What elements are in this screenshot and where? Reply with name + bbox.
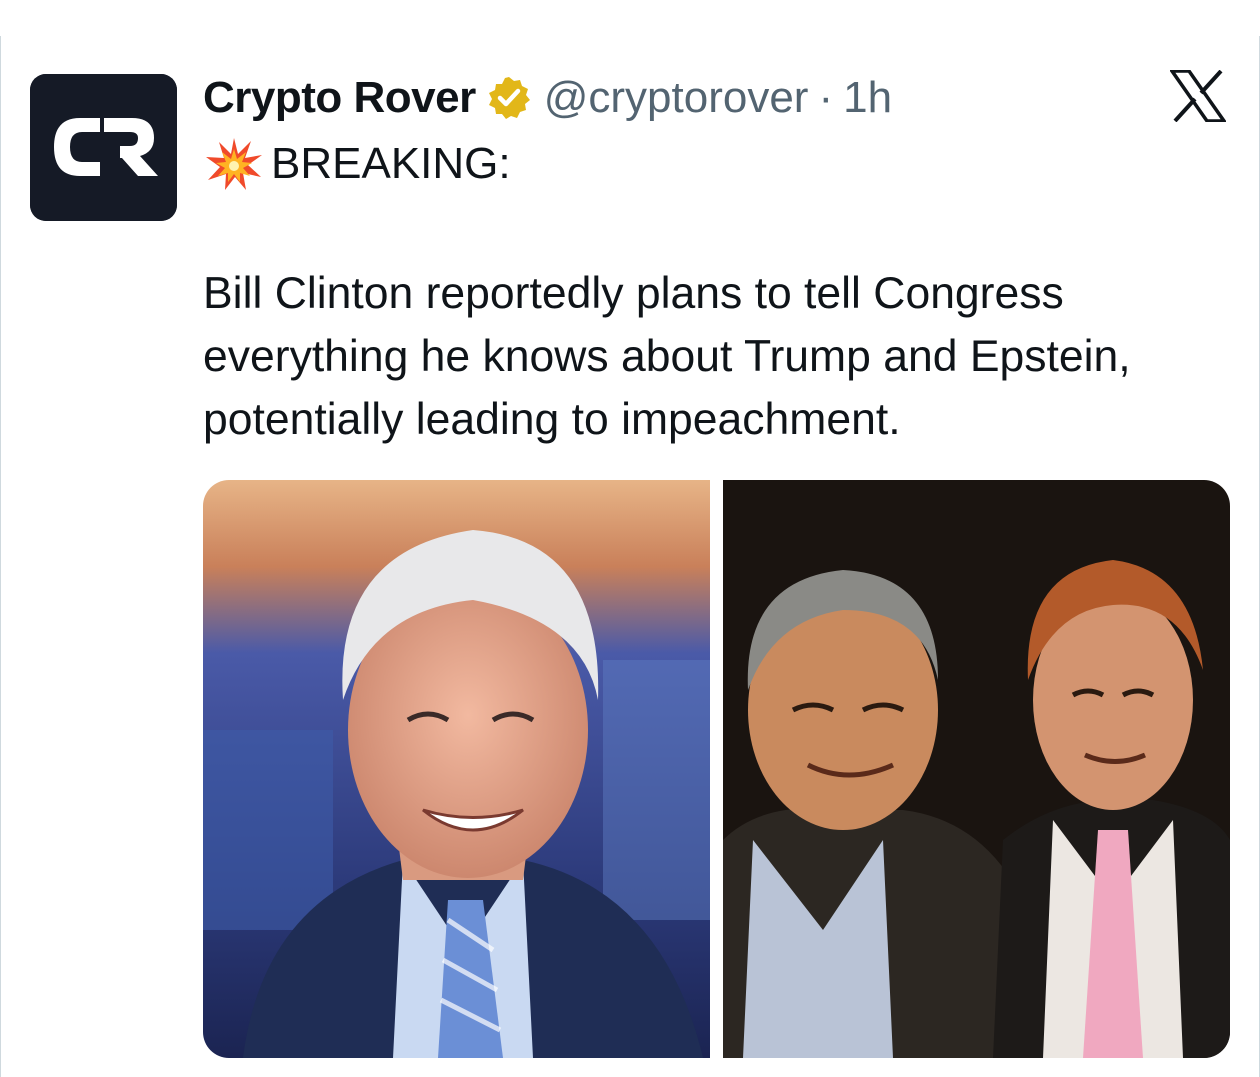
portrait-photo-icon (203, 480, 710, 1058)
headline-line: BREAKING: (205, 134, 511, 194)
collision-icon (206, 138, 262, 190)
x-logo-icon[interactable] (1170, 70, 1226, 122)
post-time[interactable]: 1h (843, 73, 892, 123)
author-display-name[interactable]: Crypto Rover (203, 73, 476, 123)
cr-logo-icon (30, 74, 177, 221)
tweet-body: Bill Clinton reportedly plans to tell Co… (203, 269, 1131, 444)
previous-post-strip (0, 0, 1260, 37)
verified-badge-icon[interactable] (486, 75, 532, 121)
media-grid[interactable] (203, 480, 1230, 1058)
group-photo-icon (723, 480, 1230, 1058)
tweet-header: Crypto Rover @cryptorover · 1h (203, 70, 892, 126)
author-handle[interactable]: @cryptorover (544, 73, 809, 123)
photo-left[interactable] (203, 480, 710, 1058)
avatar[interactable] (30, 74, 177, 221)
separator-dot: · (818, 73, 834, 122)
photo-right[interactable] (723, 480, 1230, 1058)
headline-text: BREAKING: (271, 139, 511, 188)
